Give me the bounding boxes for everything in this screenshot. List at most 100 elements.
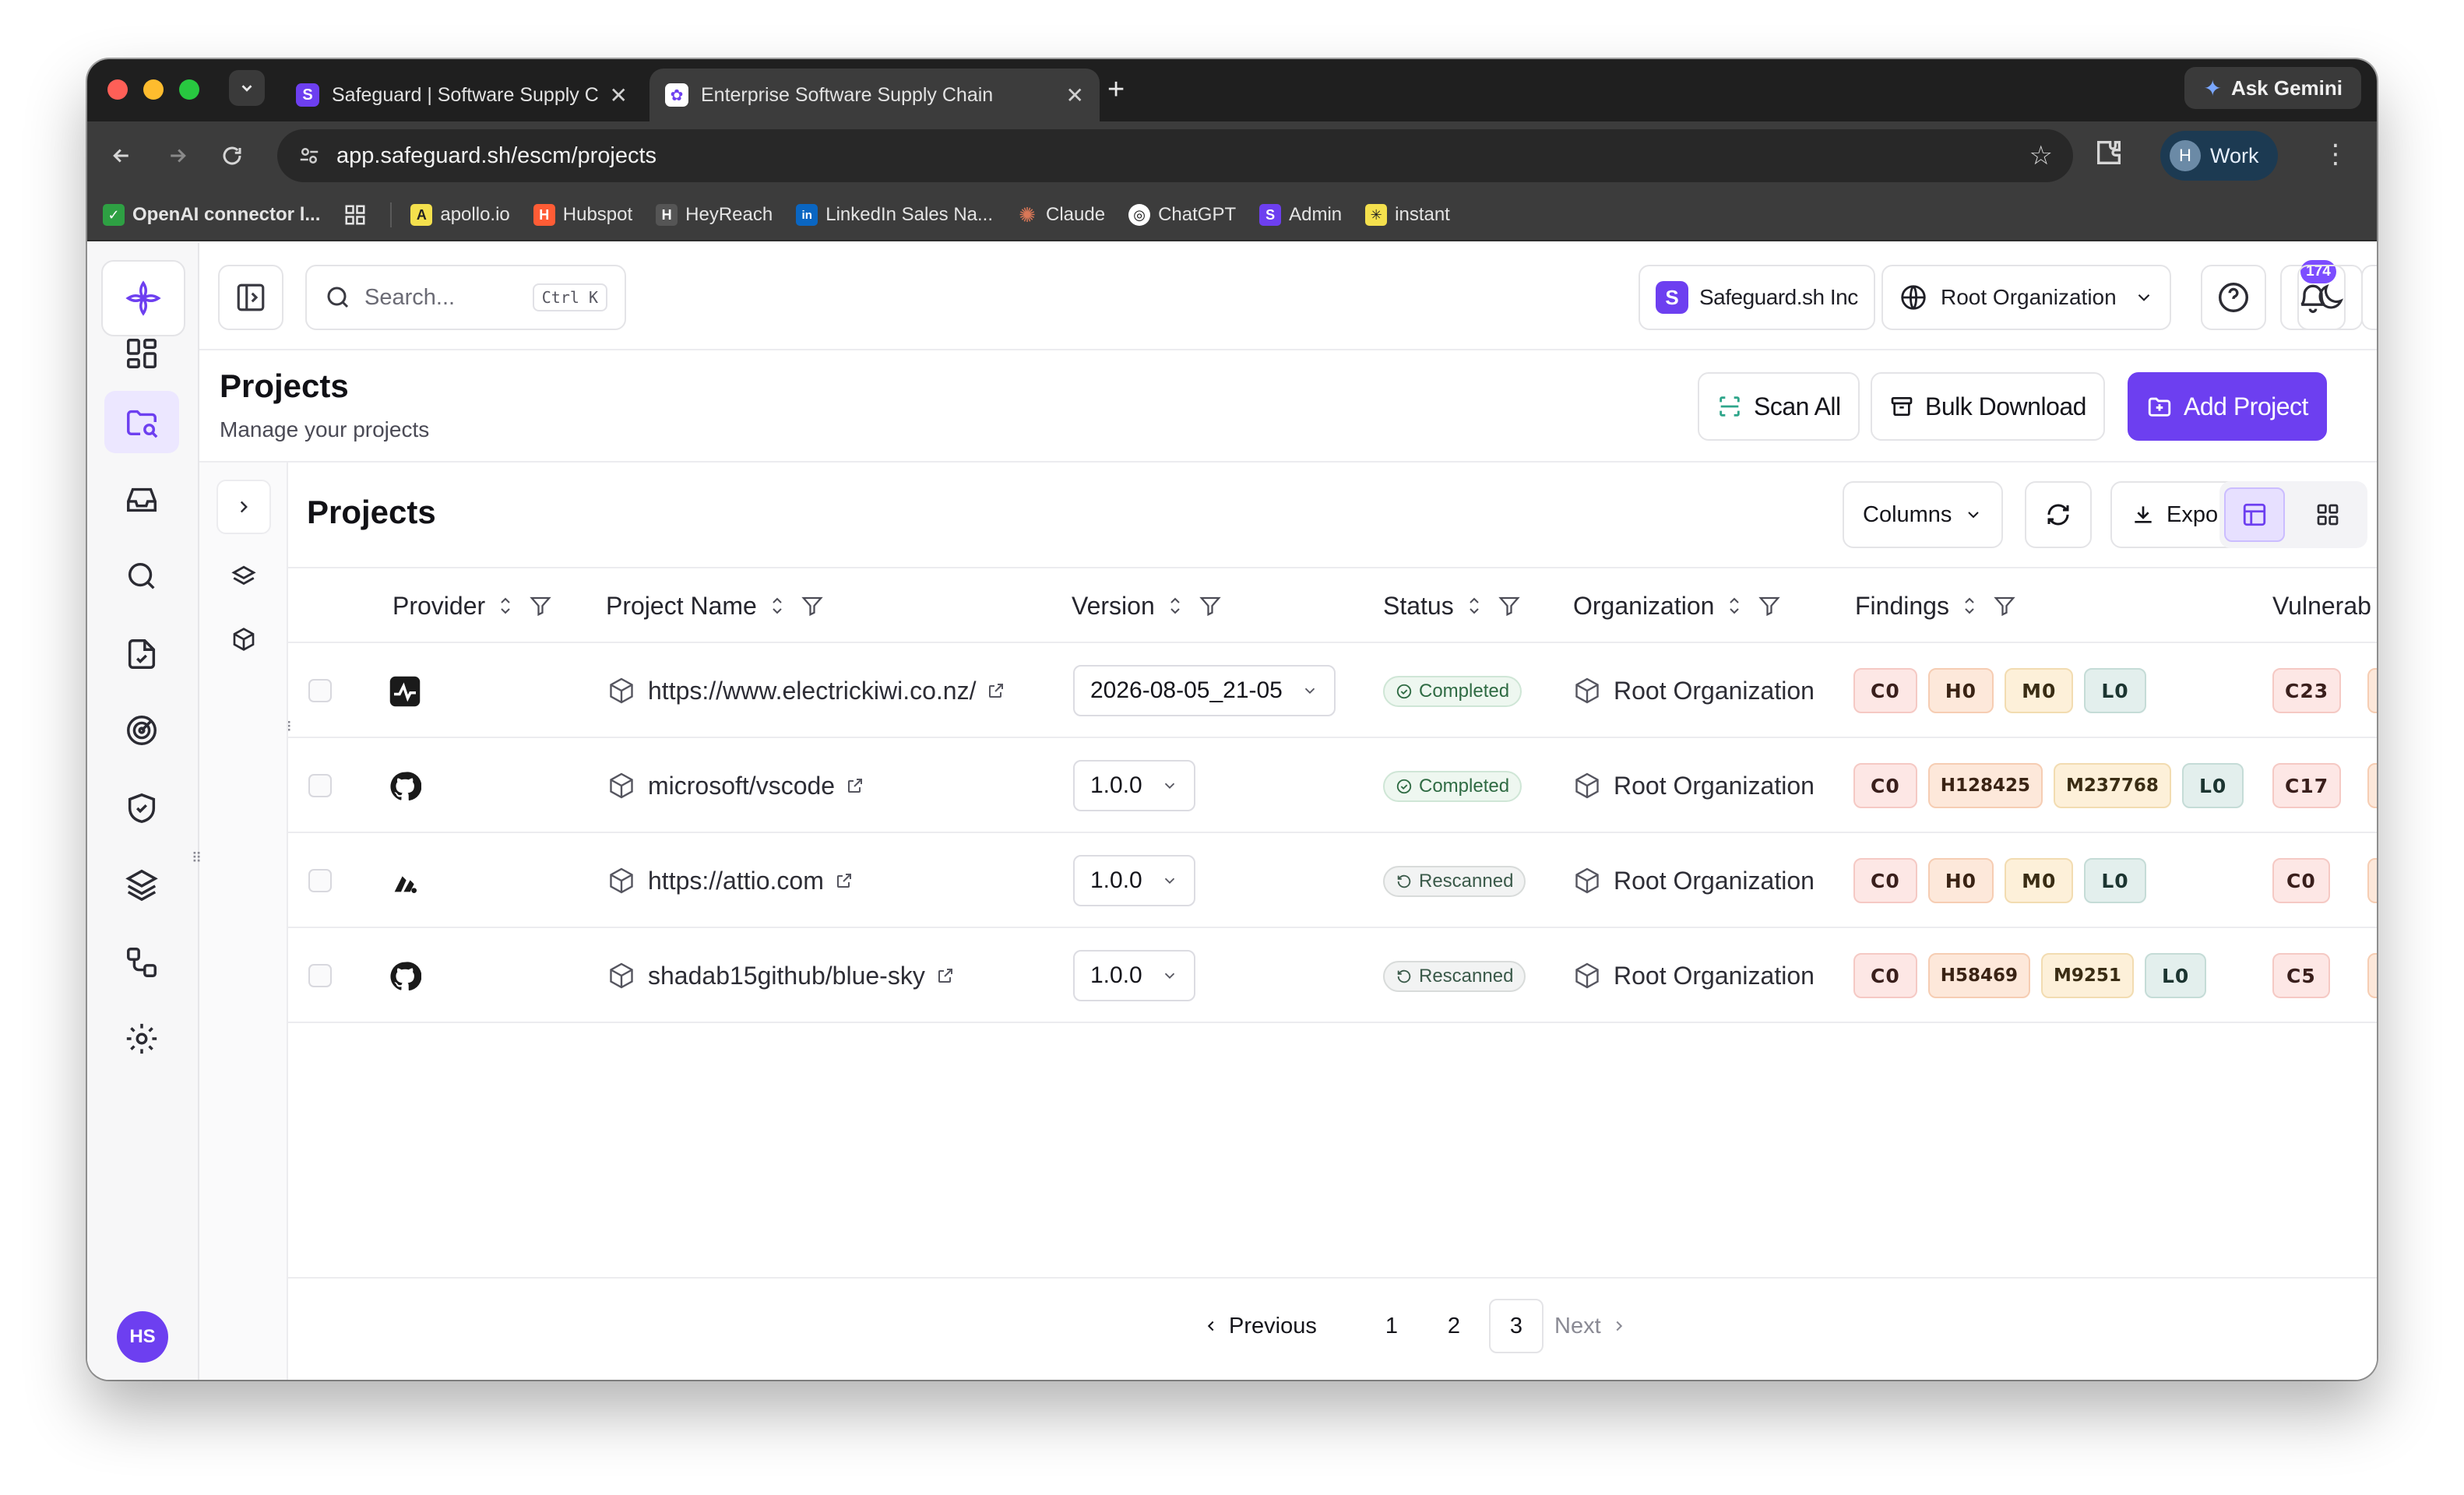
sort-icon[interactable]: [1465, 594, 1484, 617]
filter-icon[interactable]: [1758, 594, 1781, 617]
bookmark-apps[interactable]: [343, 203, 367, 227]
high-count-badge[interactable]: H0: [1927, 858, 1994, 903]
bookmark-hubspot[interactable]: H Hubspot: [533, 204, 632, 226]
column-header-vulnerabilities[interactable]: Vulnerab: [2272, 568, 2371, 643]
high-count-badge[interactable]: H0: [1927, 668, 1994, 713]
package-filter-button[interactable]: [216, 612, 271, 667]
medium-count-badge[interactable]: M0: [2005, 858, 2074, 903]
sort-icon[interactable]: [768, 594, 787, 617]
grid-view-button[interactable]: [2297, 487, 2358, 542]
close-tab-icon[interactable]: ✕: [610, 83, 628, 108]
previous-page-button[interactable]: Previous: [1202, 1299, 1317, 1353]
nav-integrations[interactable]: [104, 931, 179, 994]
high-count-badge[interactable]: H128425: [1927, 763, 2043, 808]
nav-settings[interactable]: [104, 1008, 179, 1070]
row-checkbox[interactable]: [308, 774, 332, 797]
version-select[interactable]: 1.0.0: [1073, 760, 1195, 811]
bulk-download-button[interactable]: Bulk Download: [1871, 372, 2105, 441]
filter-icon[interactable]: [801, 594, 824, 617]
nav-reports[interactable]: [104, 623, 179, 685]
row-checkbox[interactable]: [308, 964, 332, 987]
nav-search[interactable]: [104, 545, 179, 607]
vuln-critical-count-badge[interactable]: C0: [2272, 858, 2330, 903]
high-count-badge[interactable]: H58469: [1927, 953, 2031, 998]
low-count-badge[interactable]: L0: [2084, 668, 2146, 713]
bookmark-heyreach[interactable]: H HeyReach: [656, 204, 773, 226]
critical-count-badge[interactable]: C0: [1853, 668, 1917, 713]
maximize-window-button[interactable]: [179, 79, 199, 100]
close-tab-icon[interactable]: ✕: [1066, 83, 1084, 108]
column-header-status[interactable]: Status: [1383, 568, 1521, 643]
organization-selector[interactable]: Root Organization: [1881, 265, 2171, 330]
medium-count-badge[interactable]: M237768: [2054, 763, 2171, 808]
bookmark-openai-connector[interactable]: ✓ OpenAI connector l...: [103, 204, 320, 226]
forward-button[interactable]: [160, 139, 195, 173]
filter-icon[interactable]: [1993, 594, 2016, 617]
critical-count-badge[interactable]: C0: [1853, 763, 1917, 808]
site-settings-icon[interactable]: [297, 144, 321, 167]
sort-icon[interactable]: [1725, 594, 1744, 617]
sort-icon[interactable]: [1166, 594, 1184, 617]
user-avatar[interactable]: HS: [117, 1311, 168, 1363]
nav-security[interactable]: [104, 777, 179, 839]
browser-tab-active[interactable]: ✿ Enterprise Software Supply Chain ✕: [649, 69, 1100, 121]
table-row[interactable]: microsoft/vscode 1.0.0 Completed Root Or…: [288, 738, 2377, 833]
external-link-icon[interactable]: [835, 871, 854, 890]
bookmark-apollo[interactable]: A apollo.io: [410, 204, 510, 226]
critical-count-badge[interactable]: C0: [1853, 953, 1917, 998]
resize-handle[interactable]: ⠿: [192, 850, 202, 867]
vuln-critical-count-badge[interactable]: C23: [2272, 668, 2342, 713]
table-view-button[interactable]: [2224, 487, 2285, 542]
column-header-organization[interactable]: Organization: [1573, 568, 1781, 643]
profile-button[interactable]: H Work: [2160, 131, 2278, 181]
columns-button[interactable]: Columns: [1843, 481, 2004, 548]
version-select[interactable]: 2026-08-05_21-05: [1073, 665, 1336, 716]
bookmark-instant[interactable]: ✳ instant: [1365, 204, 1450, 226]
sort-icon[interactable]: [1960, 594, 1979, 617]
theme-toggle-button[interactable]: [2297, 265, 2363, 330]
filter-icon[interactable]: [529, 594, 552, 617]
company-selector[interactable]: S Safeguard.sh Inc: [1639, 265, 1875, 330]
version-select[interactable]: 1.0.0: [1073, 855, 1195, 906]
extensions-button[interactable]: [2093, 137, 2124, 168]
column-header-findings[interactable]: Findings: [1855, 568, 2016, 643]
nav-projects[interactable]: [104, 391, 179, 453]
browser-tab[interactable]: S Safeguard | Software Supply Chain ✕: [280, 69, 643, 121]
column-header-version[interactable]: Version: [1072, 568, 1222, 643]
tab-search-button[interactable]: [229, 70, 265, 106]
sidebar-toggle-button[interactable]: [218, 265, 283, 330]
bookmark-claude[interactable]: ✺ Claude: [1016, 203, 1105, 227]
project-name-cell[interactable]: shadab15github/blue-sky: [607, 928, 955, 1023]
browser-menu-icon[interactable]: ⋮: [2322, 139, 2349, 170]
low-count-badge[interactable]: L0: [2144, 953, 2207, 998]
table-row[interactable]: shadab15github/blue-sky 1.0.0 Rescanned …: [288, 928, 2377, 1023]
version-select[interactable]: 1.0.0: [1073, 950, 1195, 1001]
filter-icon[interactable]: [1498, 594, 1521, 617]
nav-inbox[interactable]: [104, 469, 179, 531]
project-name-cell[interactable]: microsoft/vscode: [607, 738, 864, 833]
row-checkbox[interactable]: [308, 679, 332, 702]
filter-icon[interactable]: [1199, 594, 1222, 617]
bookmark-chatgpt[interactable]: ◎ ChatGPT: [1128, 204, 1236, 226]
expand-panel-button[interactable]: [216, 480, 271, 534]
critical-count-badge[interactable]: C0: [1853, 858, 1917, 903]
nav-layers[interactable]: [104, 853, 179, 916]
refresh-button[interactable]: [2025, 481, 2092, 548]
ask-gemini-button[interactable]: ✦ Ask Gemini: [2184, 67, 2361, 109]
help-button[interactable]: [2201, 265, 2266, 330]
nav-dashboard[interactable]: [104, 322, 179, 385]
back-button[interactable]: [104, 139, 139, 173]
reload-button[interactable]: [215, 139, 249, 173]
global-search-input[interactable]: Search... Ctrl K: [305, 265, 626, 330]
minimize-window-button[interactable]: [143, 79, 164, 100]
external-link-icon[interactable]: [936, 966, 955, 985]
project-name-cell[interactable]: https://attio.com: [607, 833, 854, 928]
next-page-button[interactable]: Next: [1554, 1299, 1628, 1353]
low-count-badge[interactable]: L0: [2181, 763, 2244, 808]
page-2-button[interactable]: 2: [1427, 1299, 1481, 1353]
page-1-button[interactable]: 1: [1364, 1299, 1419, 1353]
sort-icon[interactable]: [496, 594, 515, 617]
vuln-critical-count-badge[interactable]: C17: [2272, 763, 2342, 808]
column-drag-handle[interactable]: ⠿: [288, 719, 292, 736]
layers-filter-button[interactable]: [216, 550, 271, 604]
